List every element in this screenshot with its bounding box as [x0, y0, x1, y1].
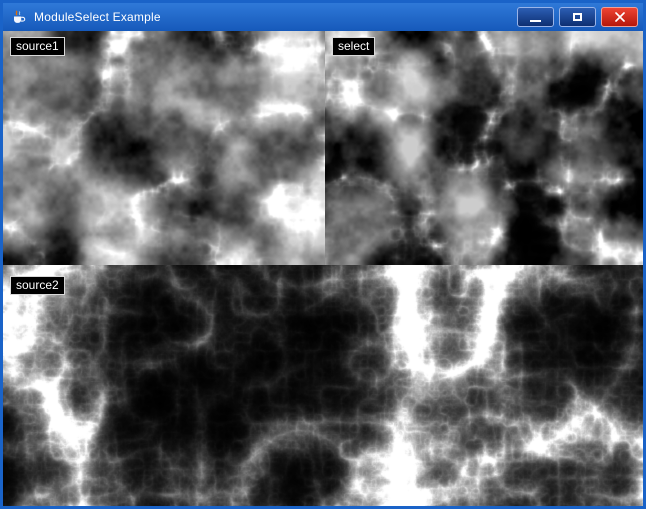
titlebar[interactable]: ModuleSelect Example — [3, 3, 643, 31]
source2-noise-image — [3, 265, 643, 506]
window-title: ModuleSelect Example — [34, 10, 161, 24]
close-icon — [615, 12, 625, 22]
noise-render-area: source1 select source2 — [3, 31, 643, 506]
maximize-button[interactable] — [559, 7, 596, 27]
panel-label-source2: source2 — [10, 276, 65, 295]
minimize-button[interactable] — [517, 7, 554, 27]
close-button[interactable] — [601, 7, 638, 27]
select-noise-image — [325, 31, 643, 265]
window-controls — [517, 7, 638, 27]
panel-label-source1: source1 — [10, 37, 65, 56]
java-app-icon — [10, 9, 27, 26]
panel-label-select: select — [332, 37, 375, 56]
source1-noise-image — [3, 31, 325, 265]
maximize-icon — [573, 13, 582, 21]
minimize-icon — [530, 20, 541, 22]
app-window: ModuleSelect Example source1selectsource… — [0, 0, 646, 509]
